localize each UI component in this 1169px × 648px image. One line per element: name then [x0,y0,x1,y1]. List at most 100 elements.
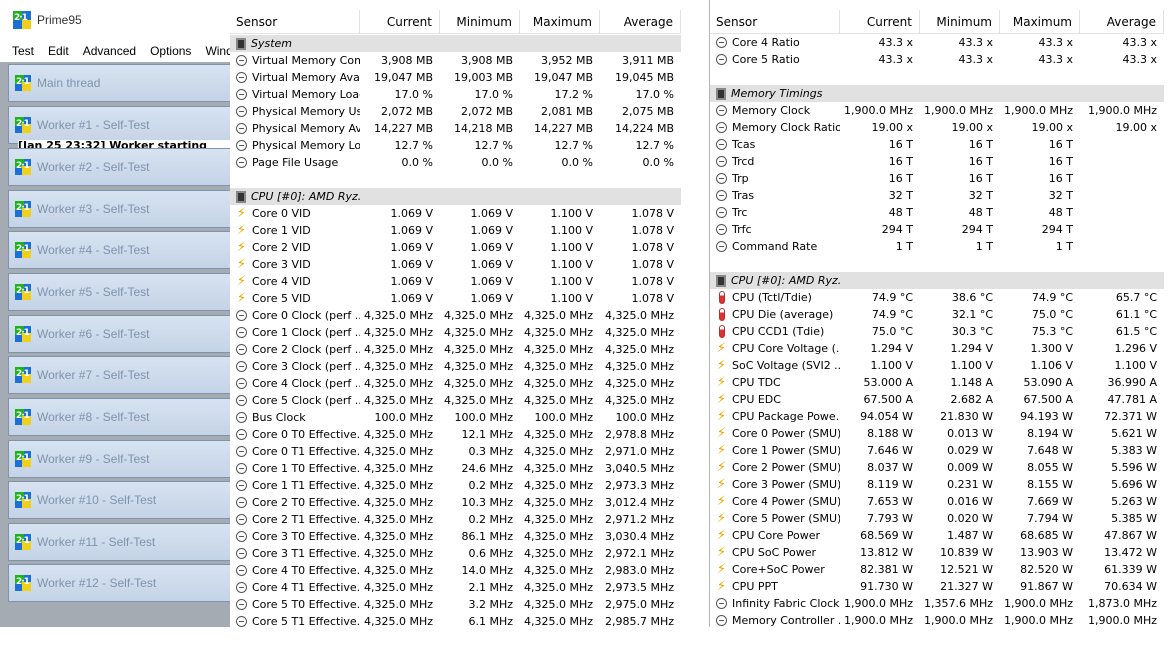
sensor-row[interactable]: ⚡ Core 0 VID 1.069 V 1.069 V 1.100 V 1.078 V [230,205,681,222]
worker-window[interactable]: 2·1 Worker #8 - Self-Test [8,398,230,436]
sensor-row[interactable]: ⚡ CPU EDC 67.500 A 2.682 A 67.500 A 47.781 A [710,391,1164,408]
sensor-row[interactable]: Core 5 Clock (perf ... 4,325.0 MHz 4,325.0… [230,392,681,409]
sensor-row[interactable]: Core 0 T1 Effective... 4,325.0 MHz 0.3 MHz… [230,443,681,460]
sensor-row[interactable]: Trfc 294 T 294 T 294 T [710,221,1164,238]
worker-window[interactable]: 2·1 Worker #5 - Self-Test [8,273,230,311]
sensor-row[interactable]: ⚡ Core 3 Power (SMU) 8.119 W 0.231 W 8.155 W… [710,476,1164,493]
sensor-row[interactable]: Virtual Memory Avai... 19,047 MB 19,003 MB… [230,69,681,86]
column-header-current[interactable]: Current [360,10,440,34]
menu-edit[interactable]: Edit [48,44,69,58]
menu-advanced[interactable]: Advanced [83,44,136,58]
sensor-row[interactable]: Physical Memory Av... 14,227 MB 14,218 MB 1… [230,120,681,137]
menu-test[interactable]: Test [12,44,34,58]
worker-window[interactable]: 2·1 Worker #7 - Self-Test [8,356,230,394]
column-header-sensor[interactable]: Sensor [230,10,360,34]
sensor-row[interactable]: ⚡ Core 2 Power (SMU) 8.037 W 0.009 W 8.055 W… [710,459,1164,476]
sensor-row[interactable]: Core 1 T1 Effective... 4,325.0 MHz 0.2 MHz… [230,477,681,494]
sensor-row[interactable]: ⚡ Core 2 VID 1.069 V 1.069 V 1.100 V 1.078 V [230,239,681,256]
sensor-row[interactable]: Memory Clock Ratio 19.00 x 19.00 x 19.00 x 1… [710,119,1164,136]
worker-window[interactable]: 2·1 Worker #6 - Self-Test [8,315,230,353]
column-header-sensor[interactable]: Sensor [710,10,840,34]
sensor-row[interactable]: ⚡ Core 1 Power (SMU) 7.646 W 0.029 W 7.648 W… [710,442,1164,459]
sensor-row[interactable]: ⚡ Core 1 VID 1.069 V 1.069 V 1.100 V 1.078 V [230,222,681,239]
menu-window[interactable]: Wind [205,44,232,58]
worker-window[interactable]: 2·1 Worker #3 - Self-Test [8,190,230,228]
sensor-row[interactable]: Tras 32 T 32 T 32 T [710,187,1164,204]
sensor-row[interactable]: Page File Usage 0.0 % 0.0 % 0.0 % 0.0 % [230,154,681,171]
column-header-current[interactable]: Current [840,10,920,34]
sensor-row[interactable]: Memory Controller ... 1,900.0 MHz 1,900.0 … [710,612,1164,627]
sensor-row[interactable]: ⚡ CPU PPT 91.730 W 21.327 W 91.867 W 70.634 W [710,578,1164,595]
maximum-value: 0.0 % [561,156,593,169]
sensor-label: CPU (Tctl/Tdie) [732,291,812,304]
sensor-row[interactable]: Core 1 Clock (perf ... 4,325.0 MHz 4,325.0… [230,324,681,341]
sensor-row[interactable]: Core 2 T1 Effective... 4,325.0 MHz 0.2 MHz… [230,511,681,528]
sensor-row[interactable]: Core 3 Clock (perf ... 4,325.0 MHz 4,325.0… [230,358,681,375]
column-header-maximum[interactable]: Maximum [1000,10,1080,34]
main-thread-window[interactable]: 2·1 Main thread [8,64,230,102]
sensor-row[interactable]: Trp 16 T 16 T 16 T [710,170,1164,187]
sensor-group-row[interactable]: CPU [#0]: AMD Ryz... [230,188,681,205]
sensor-row[interactable]: Tcas 16 T 16 T 16 T [710,136,1164,153]
worker-window[interactable]: 2·1 Worker #2 - Self-Test [8,148,230,186]
worker-window[interactable]: 2·1 Worker #4 - Self-Test [8,231,230,269]
sensor-row[interactable]: ⚡ Core+SoC Power 82.381 W 12.521 W 82.520 W 6… [710,561,1164,578]
sensor-row[interactable]: Bus Clock 100.0 MHz 100.0 MHz 100.0 MHz 100.… [230,409,681,426]
sensor-row[interactable]: ⚡ SoC Voltage (SVI2 ... 1.100 V 1.100 V 1.10… [710,357,1164,374]
sensor-row[interactable]: ⚡ Core 5 VID 1.069 V 1.069 V 1.100 V 1.078 V [230,290,681,307]
sensor-row[interactable]: ⚡ CPU Package Powe... 94.054 W 21.830 W 94.1… [710,408,1164,425]
sensor-group-row[interactable]: CPU [#0]: AMD Ryz... [710,272,1164,289]
column-header-minimum[interactable]: Minimum [440,10,520,34]
sensor-row[interactable]: Physical Memory Used 2,072 MB 2,072 MB 2,08… [230,103,681,120]
sensor-row[interactable]: Core 5 T0 Effective... 4,325.0 MHz 3.2 MHz… [230,596,681,613]
sensor-row[interactable]: ⚡ Core 4 VID 1.069 V 1.069 V 1.100 V 1.078 V [230,273,681,290]
sensor-row[interactable]: Core 5 T1 Effective... 4,325.0 MHz 6.1 MHz… [230,613,681,627]
menu-options[interactable]: Options [150,44,191,58]
sensor-row[interactable]: Trc 48 T 48 T 48 T [710,204,1164,221]
worker-window[interactable]: 2·1 Worker #12 - Self-Test [8,564,230,602]
sensor-row[interactable]: Physical Memory Load 12.7 % 12.7 % 12.7 % 12… [230,137,681,154]
column-header-minimum[interactable]: Minimum [920,10,1000,34]
sensor-row[interactable]: Core 4 Ratio 43.3 x 43.3 x 43.3 x 43.3 x [710,34,1164,51]
worker-window[interactable]: 2·1 Worker #11 - Self-Test [8,523,230,561]
worker-window[interactable]: 2·1 Worker #10 - Self-Test [8,481,230,519]
sensor-row[interactable]: ⚡ CPU Core Power 68.569 W 1.487 W 68.685 W 47… [710,527,1164,544]
average-value: 4,325.0 MHz [604,394,674,407]
sensor-row[interactable]: CPU Die (average) 74.9 °C 32.1 °C 75.0 °C 61… [710,306,1164,323]
sensor-row[interactable]: ⚡ Core 3 VID 1.069 V 1.069 V 1.100 V 1.078 V [230,256,681,273]
sensor-row[interactable]: Core 3 T0 Effective... 4,325.0 MHz 86.1 MH… [230,528,681,545]
sensor-row[interactable]: Command Rate 1 T 1 T 1 T [710,238,1164,255]
sensor-row[interactable]: Virtual Memory Load 17.0 % 17.0 % 17.2 % 17.… [230,86,681,103]
sensor-row[interactable]: Infinity Fabric Clock... 1,900.0 MHz 1,357… [710,595,1164,612]
sensor-row[interactable]: Core 0 T0 Effective... 4,325.0 MHz 12.1 MH… [230,426,681,443]
sensor-row[interactable]: CPU (Tctl/Tdie) 74.9 °C 38.6 °C 74.9 °C 65.7… [710,289,1164,306]
sensor-row[interactable]: Core 2 Clock (perf ... 4,325.0 MHz 4,325.0… [230,341,681,358]
maximum-value: 4,325.0 MHz [523,513,593,526]
sensor-row[interactable]: Core 4 T1 Effective... 4,325.0 MHz 2.1 MHz… [230,579,681,596]
sensor-row[interactable]: ⚡ CPU TDC 53.000 A 1.148 A 53.090 A 36.990 A [710,374,1164,391]
sensor-row[interactable]: Core 4 T0 Effective... 4,325.0 MHz 14.0 MH… [230,562,681,579]
sensor-row[interactable]: Core 1 T0 Effective... 4,325.0 MHz 24.6 MH… [230,460,681,477]
sensor-group-row[interactable]: Memory Timings [710,85,1164,102]
sensor-row[interactable]: ⚡ Core 4 Power (SMU) 7.653 W 0.016 W 7.669 W… [710,493,1164,510]
sensor-row[interactable]: Virtual Memory Com... 3,908 MB 3,908 MB 3,9… [230,52,681,69]
column-header-average[interactable]: Average [1080,10,1164,34]
sensor-row[interactable]: Core 0 Clock (perf ... 4,325.0 MHz 4,325.0… [230,307,681,324]
sensor-row[interactable]: CPU CCD1 (Tdie) 75.0 °C 30.3 °C 75.3 °C 61.5… [710,323,1164,340]
sensor-row[interactable]: Core 4 Clock (perf ... 4,325.0 MHz 4,325.0… [230,375,681,392]
sensor-group-row[interactable]: System [230,35,681,52]
sensor-row[interactable]: ⚡ CPU SoC Power 13.812 W 10.839 W 13.903 W 13… [710,544,1164,561]
worker-window[interactable]: 2·1 Worker #9 - Self-Test [8,440,230,478]
column-header-maximum[interactable]: Maximum [520,10,600,34]
lightning-bolt-icon: ⚡ [716,562,727,577]
sensor-row[interactable]: Trcd 16 T 16 T 16 T [710,153,1164,170]
sensor-row[interactable]: Core 5 Ratio 43.3 x 43.3 x 43.3 x 43.3 x [710,51,1164,68]
sensor-row[interactable]: Memory Clock 1,900.0 MHz 1,900.0 MHz 1,900.… [710,102,1164,119]
column-header-average[interactable]: Average [600,10,681,34]
sensor-row[interactable]: ⚡ Core 5 Power (SMU) 7.793 W 0.020 W 7.794 W… [710,510,1164,527]
sensor-row[interactable]: ⚡ CPU Core Voltage (... 1.294 V 1.294 V 1.30… [710,340,1164,357]
sensor-row[interactable]: Core 2 T0 Effective... 4,325.0 MHz 10.3 MH… [230,494,681,511]
worker-window[interactable]: 2·1 Worker #1 - Self-Test [8,106,230,144]
sensor-row[interactable]: Core 3 T1 Effective... 4,325.0 MHz 0.6 MHz… [230,545,681,562]
sensor-row[interactable]: ⚡ Core 0 Power (SMU) 8.188 W 0.013 W 8.194 W… [710,425,1164,442]
